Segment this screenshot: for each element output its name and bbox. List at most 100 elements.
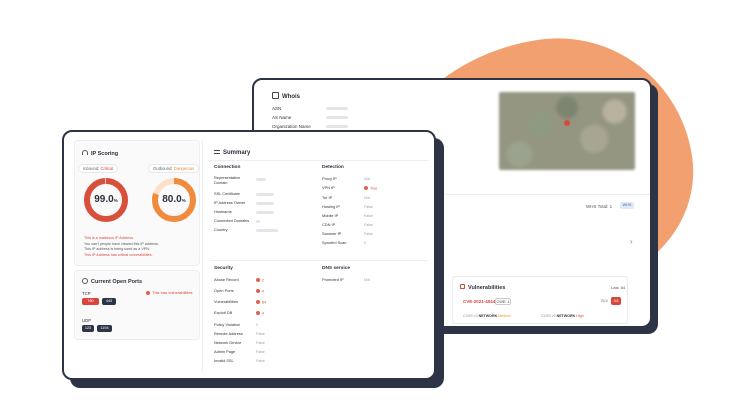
- row-label: VPN IP: [322, 185, 335, 190]
- alert-icon: [146, 290, 150, 295]
- vulnerabilities-title: Vulnerabilities: [460, 284, 505, 291]
- row-value: N/A: [364, 278, 370, 282]
- row-label: Country: [214, 227, 228, 232]
- map-pin-icon: [564, 120, 570, 126]
- outbound-label: Outbound: Dangerous: [148, 164, 200, 173]
- whois-row-asname: AS Name: [272, 115, 348, 120]
- row-value: 2: [256, 278, 264, 283]
- summary-title: Summary: [214, 150, 250, 156]
- note-item: This IP Address has critical vulnerabili…: [84, 252, 153, 257]
- row-label: Tor IP: [322, 195, 333, 200]
- outbound-score: 80.0%: [162, 194, 186, 205]
- alert-icon: [256, 300, 260, 304]
- row-value: [256, 211, 274, 214]
- row-value: False: [256, 350, 265, 354]
- row-value: [256, 202, 274, 205]
- port-chip[interactable]: 123: [82, 325, 94, 332]
- chevron-right-icon[interactable]: ›: [630, 237, 633, 246]
- row-value: False: [364, 214, 373, 218]
- connection-title: Connection: [214, 165, 241, 170]
- row-label: Promoted IP: [322, 277, 344, 282]
- row-label: Hosting IP: [322, 204, 340, 209]
- ip-summary-window: IP Scoring Inbound: Critical Outbound: D…: [62, 130, 436, 380]
- row-label: Proxy IP: [322, 176, 337, 181]
- row-value: False: [364, 232, 373, 236]
- port-chip[interactable]: 1194: [97, 325, 112, 332]
- inbound-label: Inbound: Critical: [78, 164, 119, 173]
- row-label: Policy Violation: [214, 322, 241, 327]
- row-label: CDN IP: [322, 222, 336, 227]
- row-value: N/A: [364, 196, 370, 200]
- scoring-notes: This is a malicious IP Address. You can'…: [84, 236, 159, 258]
- search-doc-icon: [272, 92, 279, 99]
- whois-row-asn: ASN: [272, 106, 348, 111]
- row-value: 84: [256, 300, 266, 305]
- udp-label: UDP: [82, 318, 92, 323]
- dns-title: DNS service: [322, 266, 350, 271]
- row-label: Representative Domain: [214, 175, 241, 185]
- location-map[interactable]: [499, 92, 635, 170]
- whois-title: Whois: [272, 92, 300, 100]
- row-value: 0: [364, 241, 366, 245]
- severity-badge: 9.8: [611, 297, 621, 305]
- row-value: [256, 220, 260, 223]
- inbound-score: 99.0%: [94, 194, 118, 205]
- cvss-meta-2: CVSS v3 NETWORK High: [541, 314, 584, 318]
- row-value: [256, 193, 274, 196]
- row-value: 0: [256, 323, 258, 327]
- row-label: Spoofed Scan: [322, 240, 347, 245]
- port-chip[interactable]: 443: [102, 298, 116, 305]
- row-value: [256, 229, 278, 232]
- row-label: Remote Address: [214, 331, 243, 336]
- row-value: False: [256, 332, 265, 336]
- whois-total: WHS Total: 1: [586, 204, 613, 209]
- row-label: Exploit DB: [214, 310, 233, 315]
- note-item: This IP address is being used as a VPN.: [84, 247, 150, 252]
- row-value: [256, 178, 266, 181]
- vulnerabilities-link[interactable]: This has vulnerabilities: [146, 290, 192, 295]
- row-value: False: [364, 223, 373, 227]
- row-label: Network Device: [214, 340, 242, 345]
- row-value: 4: [256, 289, 264, 294]
- lock-icon: [460, 284, 465, 289]
- row-value: False: [364, 205, 373, 209]
- vulnerabilities-count: Last: 84: [611, 285, 626, 290]
- divider: [210, 260, 428, 261]
- cvss-meta-1: CVSS v3 NETWORK Medium: [463, 314, 511, 318]
- detection-title: Detection: [322, 165, 344, 170]
- row-value: N/A: [364, 177, 370, 181]
- vulnerabilities-panel: Vulnerabilities Last: 84 CVE-2021-4044 C…: [452, 276, 628, 324]
- alert-icon: [256, 311, 260, 315]
- cwe-chip: CWE: 1: [495, 298, 511, 305]
- divider: [210, 160, 428, 161]
- row-value: True: [364, 186, 377, 191]
- row-label: Invalid SSL: [214, 358, 234, 363]
- row-label: Connected Domains: [214, 218, 250, 223]
- plug-icon: [82, 278, 88, 284]
- row-value: False: [256, 341, 265, 345]
- ip-scoring-title: IP Scoring: [82, 150, 118, 157]
- whois-row-org: Organization Name: [272, 124, 348, 129]
- row-value: 4: [256, 311, 264, 316]
- row-label: Mobile IP: [322, 213, 339, 218]
- row-label: IP Address Owner: [214, 200, 246, 205]
- row-label: Abuse Record: [214, 277, 239, 282]
- row-label: Admin Page: [214, 349, 236, 354]
- row-label: SSL Certificate: [214, 191, 240, 196]
- row-label: Vulnerabilities: [214, 299, 239, 304]
- port-chip[interactable]: 780: [82, 298, 99, 305]
- row-label: Hostname: [214, 209, 232, 214]
- security-title: Security: [214, 266, 233, 271]
- gauge-icon: [82, 150, 88, 155]
- column-divider: [202, 140, 203, 372]
- tcp-label: TCP: [82, 291, 91, 296]
- vuln-tag: SLV: [601, 299, 608, 303]
- list-icon: [214, 150, 220, 154]
- open-ports-title: Current Open Ports: [82, 278, 142, 285]
- alert-icon: [256, 278, 260, 282]
- cve-link[interactable]: CVE-2021-4044: [463, 299, 495, 304]
- whois-badge[interactable]: WHS: [620, 202, 634, 209]
- alert-icon: [256, 289, 260, 293]
- alert-icon: [364, 186, 368, 190]
- row-label: Open Ports: [214, 288, 234, 293]
